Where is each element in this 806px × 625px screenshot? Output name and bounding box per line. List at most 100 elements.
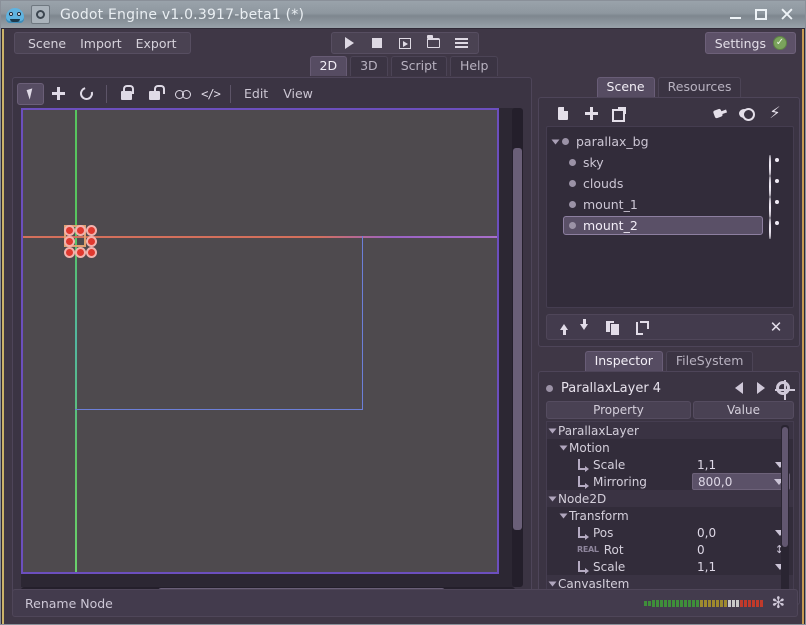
move-tool-button[interactable] <box>45 83 72 105</box>
move-icon <box>51 86 66 101</box>
fx-icon[interactable]: ✻ <box>772 595 785 611</box>
select-tool-button[interactable] <box>17 82 44 105</box>
property-row-transform[interactable]: Transform <box>547 507 793 524</box>
menu-export[interactable]: Export <box>129 34 184 53</box>
connections-button[interactable] <box>705 102 733 124</box>
stop-icon[interactable] <box>364 34 390 52</box>
viewport-canvas[interactable] <box>21 108 499 574</box>
tab-inspector[interactable]: Inspector <box>584 351 663 371</box>
viewport-menu-edit[interactable]: Edit <box>237 86 275 101</box>
vector2-icon <box>577 459 589 472</box>
property-value-field[interactable]: 1,1 <box>692 559 790 574</box>
viewport-canvas-container[interactable] <box>21 108 515 587</box>
triangle-down-icon[interactable] <box>548 581 557 586</box>
property-value-field[interactable]: 0,0 <box>692 525 790 540</box>
maximize-button[interactable] <box>749 4 773 26</box>
tab-script[interactable]: Script <box>390 56 447 76</box>
property-row-motion[interactable]: Motion <box>547 439 793 456</box>
close-button[interactable]: ✕ <box>775 4 799 26</box>
property-row-pos[interactable]: Pos 0,0 <box>547 524 793 541</box>
triangle-down-icon[interactable] <box>548 496 557 501</box>
group-tool-button[interactable] <box>169 83 196 105</box>
property-row-parallaxlayer[interactable]: ParallaxLayer <box>547 422 793 439</box>
unlock-tool-button[interactable] <box>141 83 168 105</box>
tab-help[interactable]: Help <box>449 56 499 76</box>
property-row-motion-scale[interactable]: Scale 1,1 <box>547 456 793 473</box>
triangle-down-icon[interactable] <box>559 445 568 450</box>
settings-button[interactable]: Settings ✓ <box>704 32 796 54</box>
visibility-toggle-icon[interactable] <box>769 218 784 239</box>
script-button[interactable]: ⚡ <box>761 102 789 124</box>
visibility-toggle-icon[interactable] <box>769 176 784 197</box>
groups-button[interactable] <box>733 102 761 124</box>
column-header-value[interactable]: Value <box>693 401 794 419</box>
visibility-toggle-icon[interactable] <box>769 197 784 218</box>
inspector-options-button[interactable] <box>772 378 795 400</box>
move-down-button[interactable] <box>574 317 594 337</box>
tab-3d[interactable]: 3D <box>350 56 388 76</box>
viewport-menu-view[interactable]: View <box>276 86 320 101</box>
viewport-vertical-scrollbar[interactable] <box>512 108 523 587</box>
property-list[interactable]: ParallaxLayer Motion Scale 1,1 Mirroring… <box>546 421 794 599</box>
menu-import[interactable]: Import <box>73 34 129 53</box>
tab-resources[interactable]: Resources <box>657 77 742 97</box>
tree-item-mount-2[interactable]: mount_2 <box>547 215 793 239</box>
handle-middle-right[interactable] <box>86 236 97 247</box>
folder-icon[interactable] <box>420 34 446 52</box>
handle-bottom-right[interactable] <box>86 247 97 258</box>
play-icon[interactable] <box>336 34 362 52</box>
document-icon <box>558 106 568 120</box>
property-value-field-mirroring[interactable]: 800,0 <box>692 473 790 490</box>
scrollbar-thumb[interactable] <box>513 148 522 530</box>
tree-item-mount-1[interactable]: mount_1 <box>547 194 793 218</box>
window-menu-icon[interactable] <box>31 5 50 24</box>
inspector-next-button[interactable] <box>750 378 772 398</box>
property-row-rot[interactable]: REAL Rot 0 ↕ <box>547 541 793 558</box>
handle-bottom-center[interactable] <box>75 247 86 258</box>
new-scene-button[interactable] <box>549 102 577 124</box>
inspector-prev-button[interactable] <box>728 378 750 398</box>
property-row-node2d[interactable]: Node2D <box>547 490 793 507</box>
tree-item-sky[interactable]: sky <box>547 152 793 176</box>
list-icon[interactable] <box>448 34 474 52</box>
property-value-field[interactable]: 0 ↕ <box>692 542 790 557</box>
add-node-button[interactable] <box>577 102 605 124</box>
tab-filesystem[interactable]: FileSystem <box>665 351 754 371</box>
column-header-property[interactable]: Property <box>546 401 691 419</box>
tree-item-clouds[interactable]: clouds <box>547 173 793 197</box>
handle-top-right[interactable] <box>86 225 97 236</box>
menu-scene[interactable]: Scene <box>21 34 73 53</box>
property-label: Node2D <box>558 491 607 506</box>
delete-node-button[interactable]: ✕ <box>766 317 786 337</box>
reparent-button[interactable] <box>632 317 652 337</box>
lock-tool-button[interactable] <box>113 83 140 105</box>
tab-scene[interactable]: Scene <box>596 77 655 97</box>
handle-middle-left[interactable] <box>64 236 75 247</box>
tree-item-root[interactable]: parallax_bg <box>547 131 793 152</box>
property-value: 1,1 <box>697 457 717 472</box>
inspector-scrollbar[interactable] <box>781 425 789 597</box>
handle-top-left[interactable] <box>64 225 75 236</box>
scrollbar-thumb[interactable] <box>782 427 788 547</box>
handle-top-center[interactable] <box>75 225 86 236</box>
ungroup-tool-button[interactable]: </> <box>197 83 224 105</box>
move-up-button[interactable] <box>554 317 574 337</box>
audio-meter-bar <box>683 599 687 607</box>
property-row-scale[interactable]: Scale 1,1 <box>547 558 793 575</box>
property-label: Rot <box>603 542 624 557</box>
minimize-button[interactable] <box>723 4 747 26</box>
scene-tree[interactable]: parallax_bg sky clouds mount_1 mount_2 <box>546 126 794 308</box>
triangle-down-icon[interactable] <box>551 139 560 144</box>
property-row-mirroring[interactable]: Mirroring 800,0 <box>547 473 793 490</box>
triangle-down-icon[interactable] <box>548 428 557 433</box>
visibility-toggle-icon[interactable] <box>769 155 784 176</box>
property-value-field[interactable]: 1,1 <box>692 457 790 472</box>
duplicate-button[interactable] <box>602 317 622 337</box>
tab-2d[interactable]: 2D <box>309 56 348 76</box>
triangle-down-icon[interactable] <box>559 513 568 518</box>
instance-scene-button[interactable] <box>605 102 633 124</box>
handle-bottom-left[interactable] <box>64 247 75 258</box>
audio-meter-bar <box>695 599 699 607</box>
play-scene-icon[interactable] <box>392 34 418 52</box>
rotate-tool-button[interactable] <box>73 83 100 105</box>
